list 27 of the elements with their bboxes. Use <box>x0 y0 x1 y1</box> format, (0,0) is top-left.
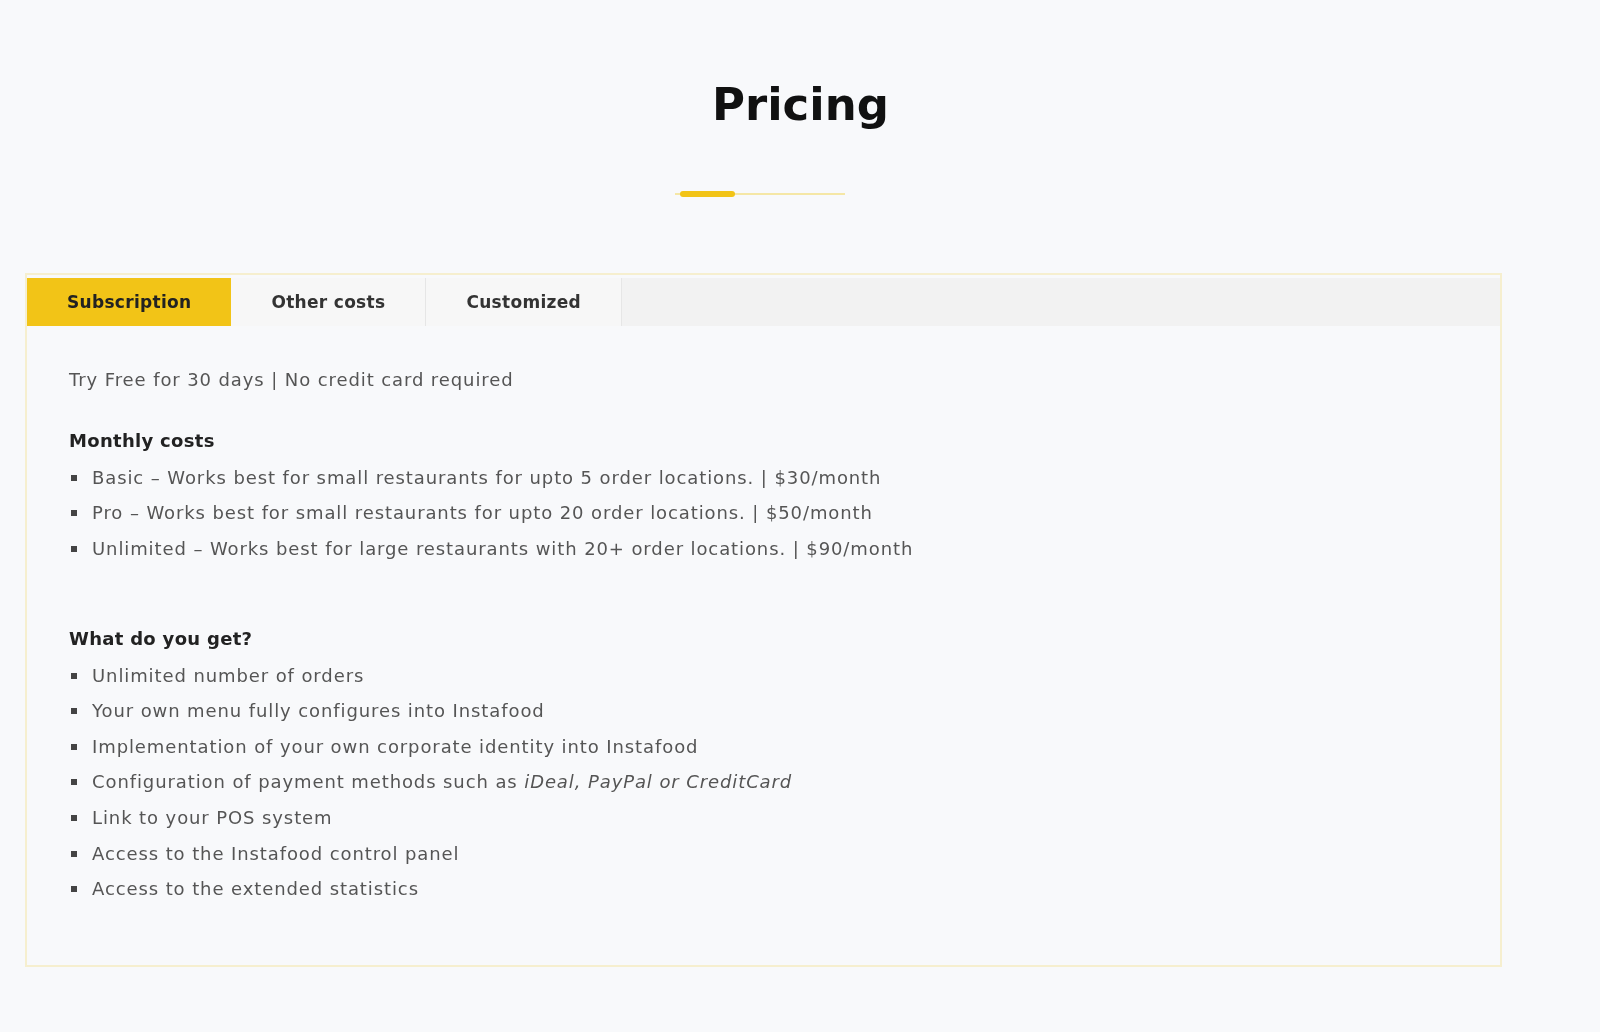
list-item-text: Configuration of payment methods such as iDeal, PayPal or CreditCard <box>92 770 793 795</box>
list-item-text: Pro – Works best for small restaurants for upto 20 order locations. | $50/month <box>92 501 873 526</box>
list-item-text: Link to your POS system <box>92 805 333 830</box>
tab[interactable]: Other costs <box>231 278 427 326</box>
bullet-icon <box>71 814 77 821</box>
bullet-icon <box>71 850 77 857</box>
bullet-icon <box>71 743 77 750</box>
page-title: Pricing <box>712 78 889 132</box>
bullet-icon <box>71 672 77 679</box>
bullet-icon <box>71 708 77 715</box>
intro-text: Try Free for 30 days | No credit card required <box>69 368 515 392</box>
bullet-icon <box>71 474 77 481</box>
list-item-text: Unlimited – Works best for large restaurants with 20+ order locations. | $90/month <box>92 537 914 561</box>
list-item-text: Basic – Works best for small restaurants for upto 5 order locations. | $30/month <box>92 465 882 490</box>
list-item-text: Your own menu fully configures into Instafood <box>92 699 545 724</box>
bullet-icon <box>71 546 77 552</box>
bullet-icon <box>71 886 77 893</box>
section-heading: Monthly costs <box>69 429 216 453</box>
tab[interactable]: Customized <box>426 278 622 326</box>
list-item-text: Implementation of your own corporate identity into Instafood <box>92 734 699 759</box>
bullet-icon <box>71 779 77 786</box>
section-heading: What do you get? <box>69 626 254 651</box>
tab[interactable]: Subscription <box>27 278 232 326</box>
bullet-icon <box>71 510 77 517</box>
list-item-text: Unlimited number of orders <box>92 663 365 688</box>
list-item-text: Access to the Instafood control panel <box>92 841 460 866</box>
list-item-text: Access to the extended statistics <box>92 877 419 902</box>
